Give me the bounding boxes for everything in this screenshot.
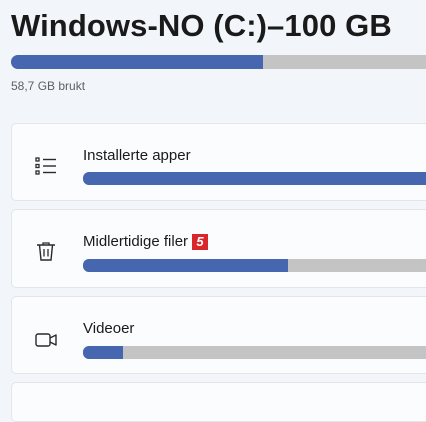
category-partial[interactable] [11,382,426,422]
video-camera-icon [35,329,57,351]
category-usage-bar-fill [83,172,426,185]
category-temporary-files[interactable]: Midlertidige filer 5 [11,209,426,288]
category-label: Installerte apper [83,147,191,164]
list-icon [35,155,57,177]
category-label-row: Midlertidige filer 5 [83,233,209,250]
drive-usage-bar [11,55,426,69]
drive-title: Windows-NO (C:)–100 GB [11,8,392,43]
annotation-badge: 5 [192,233,209,250]
category-label: Videoer [83,320,135,337]
category-usage-bar-fill [83,259,289,272]
category-label: Midlertidige filer [83,233,189,250]
category-installed-apps[interactable]: Installerte apper [11,123,426,201]
trash-icon [35,240,57,262]
used-space-label: 58,7 GB brukt [11,79,86,93]
category-videos[interactable]: Videoer [11,296,426,374]
category-usage-bar-fill [83,346,123,359]
drive-usage-bar-fill [11,55,264,69]
category-usage-bar [83,346,426,359]
category-usage-bar [83,259,426,272]
category-usage-bar [83,172,426,185]
